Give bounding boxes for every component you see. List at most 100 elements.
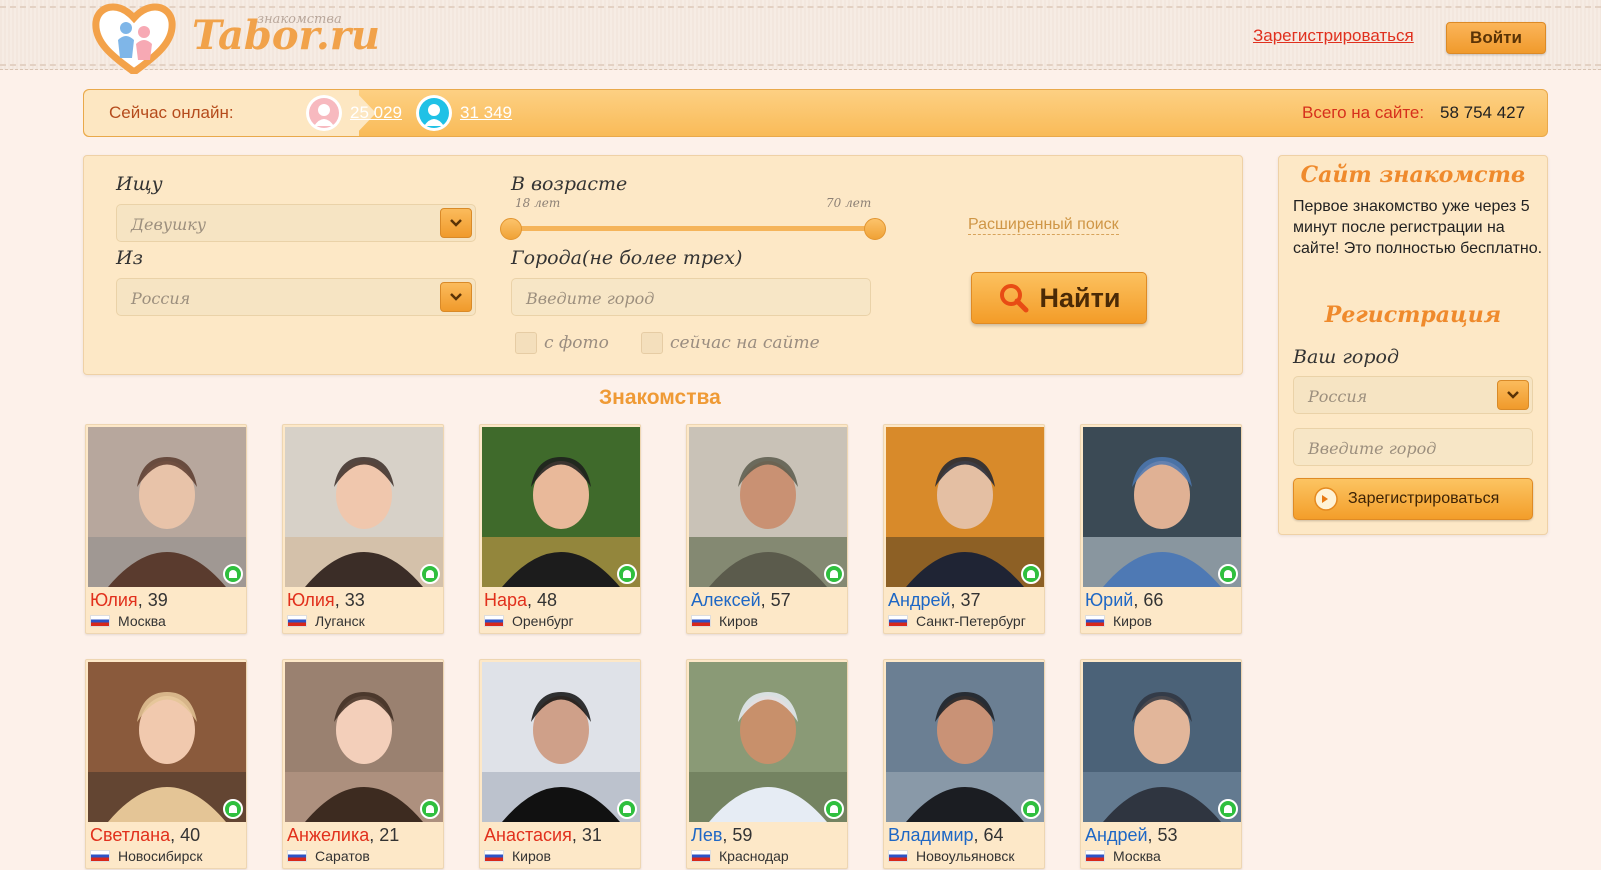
- profile-photo[interactable]: [285, 427, 443, 587]
- women-online-count[interactable]: 25 029: [350, 103, 402, 123]
- profile-name[interactable]: Андрей: [1085, 825, 1148, 845]
- profile-card[interactable]: Владимир, 64 Новоульяновск: [883, 659, 1045, 869]
- cities-label: Города(не более трех): [511, 247, 743, 269]
- profile-name[interactable]: Анжелика: [287, 825, 369, 845]
- women-avatar-icon: [306, 95, 342, 131]
- profile-card[interactable]: Юлия, 39 Москва: [85, 424, 247, 634]
- profile-age: , 37: [950, 590, 981, 610]
- profile-photo[interactable]: [482, 662, 640, 822]
- online-android-icon: [1218, 564, 1238, 584]
- age-slider-track[interactable]: [513, 226, 877, 231]
- profile-photo[interactable]: [886, 662, 1044, 822]
- profile-name[interactable]: Нара: [484, 590, 527, 610]
- profile-name[interactable]: Юрий: [1085, 590, 1133, 610]
- chevron-down-icon: [1497, 380, 1529, 410]
- profile-city: Москва: [1113, 848, 1161, 864]
- russia-flag-icon: [1085, 615, 1105, 627]
- profile-city: Москва: [118, 613, 166, 629]
- site-logo[interactable]: Tabor.ru знакомства: [92, 0, 380, 74]
- profile-age: , 59: [722, 825, 753, 845]
- profile-name[interactable]: Алексей: [691, 590, 761, 610]
- profile-name[interactable]: Юлия: [90, 590, 138, 610]
- profile-photo[interactable]: [285, 662, 443, 822]
- online-now-checkbox[interactable]: [641, 332, 663, 354]
- chevron-down-icon: [440, 208, 472, 238]
- russia-flag-icon: [287, 615, 307, 627]
- online-android-icon: [824, 564, 844, 584]
- profile-city-row: Киров: [1085, 613, 1152, 629]
- profile-card[interactable]: Юрий, 66 Киров: [1080, 424, 1242, 634]
- online-android-icon: [1218, 799, 1238, 819]
- profile-name-row: Андрей, 53: [1085, 825, 1178, 846]
- side-city-input[interactable]: Введите город: [1293, 428, 1533, 466]
- with-photo-checkbox[interactable]: [515, 332, 537, 354]
- profile-name-row: Юлия, 33: [287, 590, 365, 611]
- profile-card[interactable]: Анжелика, 21 Саратов: [282, 659, 444, 869]
- profile-card[interactable]: Андрей, 37 Санкт-Петербург: [883, 424, 1045, 634]
- profile-photo[interactable]: [1083, 662, 1241, 822]
- profile-city-row: Киров: [484, 848, 551, 864]
- side-register-button[interactable]: Зарегистрироваться: [1293, 478, 1533, 520]
- find-button[interactable]: Найти: [971, 272, 1147, 324]
- age-min-caption: 18 лет: [515, 196, 561, 210]
- profile-photo[interactable]: [1083, 427, 1241, 587]
- heart-logo-icon: [92, 3, 176, 74]
- profile-name-row: Владимир, 64: [888, 825, 1004, 846]
- russia-flag-icon: [888, 850, 908, 862]
- online-bar: Сейчас онлайн: 25 029 31 349 Всего на са…: [83, 89, 1548, 137]
- login-button[interactable]: Войти: [1446, 22, 1546, 54]
- profile-card[interactable]: Нара, 48 Оренбург: [479, 424, 641, 634]
- profile-photo[interactable]: [886, 427, 1044, 587]
- search-icon: [999, 284, 1029, 313]
- profile-name[interactable]: Анастасия: [484, 825, 572, 845]
- age-min-handle[interactable]: [500, 218, 522, 240]
- total-label: Всего на сайте:: [1302, 103, 1425, 122]
- profile-card[interactable]: Анастасия, 31 Киров: [479, 659, 641, 869]
- profile-name[interactable]: Светлана: [90, 825, 170, 845]
- profile-city-row: Саратов: [287, 848, 370, 864]
- profile-city: Киров: [512, 848, 551, 864]
- seeking-select[interactable]: Девушку: [116, 204, 476, 242]
- profile-name[interactable]: Юлия: [287, 590, 335, 610]
- profile-age: , 21: [369, 825, 400, 845]
- city-input[interactable]: Введите город: [511, 278, 871, 316]
- register-link[interactable]: Зарегистрироваться: [1253, 26, 1414, 46]
- profile-card[interactable]: Светлана, 40 Новосибирск: [85, 659, 247, 869]
- russia-flag-icon: [888, 615, 908, 627]
- profile-name[interactable]: Лев: [691, 825, 722, 845]
- profile-name[interactable]: Владимир: [888, 825, 974, 845]
- online-android-icon: [617, 799, 637, 819]
- profile-city: Киров: [719, 613, 758, 629]
- city-input-placeholder: Введите город: [526, 289, 655, 308]
- online-android-icon: [223, 799, 243, 819]
- profile-name-row: Лев, 59: [691, 825, 752, 846]
- profile-card[interactable]: Андрей, 53 Москва: [1080, 659, 1242, 869]
- russia-flag-icon: [90, 850, 110, 862]
- profile-name-row: Анастасия, 31: [484, 825, 602, 846]
- age-max-handle[interactable]: [864, 218, 886, 240]
- profile-name-row: Светлана, 40: [90, 825, 200, 846]
- side-country-select[interactable]: Россия: [1293, 376, 1533, 414]
- online-android-icon: [420, 799, 440, 819]
- profile-card[interactable]: Лев, 59 Краснодар: [686, 659, 848, 869]
- find-button-label: Найти: [1039, 282, 1121, 313]
- side-panel: Сайт знакомств Первое знакомство уже чер…: [1278, 155, 1548, 535]
- profile-photo[interactable]: [88, 662, 246, 822]
- profile-photo[interactable]: [689, 662, 847, 822]
- russia-flag-icon: [484, 850, 504, 862]
- profile-city: Саратов: [315, 848, 370, 864]
- men-online-count[interactable]: 31 349: [460, 103, 512, 123]
- profile-age: , 40: [170, 825, 201, 845]
- country-select[interactable]: Россия: [116, 278, 476, 316]
- advanced-search-link[interactable]: Расширенный поиск: [968, 216, 1119, 235]
- profile-photo[interactable]: [482, 427, 640, 587]
- online-now-label: сейчас на сайте: [670, 333, 820, 353]
- profile-name[interactable]: Андрей: [888, 590, 951, 610]
- profile-photo[interactable]: [689, 427, 847, 587]
- profile-photo[interactable]: [88, 427, 246, 587]
- profile-city-row: Москва: [1085, 848, 1161, 864]
- profile-card[interactable]: Юлия, 33 Луганск: [282, 424, 444, 634]
- online-android-icon: [223, 564, 243, 584]
- side-title: Сайт знакомств: [1300, 162, 1526, 188]
- profile-card[interactable]: Алексей, 57 Киров: [686, 424, 848, 634]
